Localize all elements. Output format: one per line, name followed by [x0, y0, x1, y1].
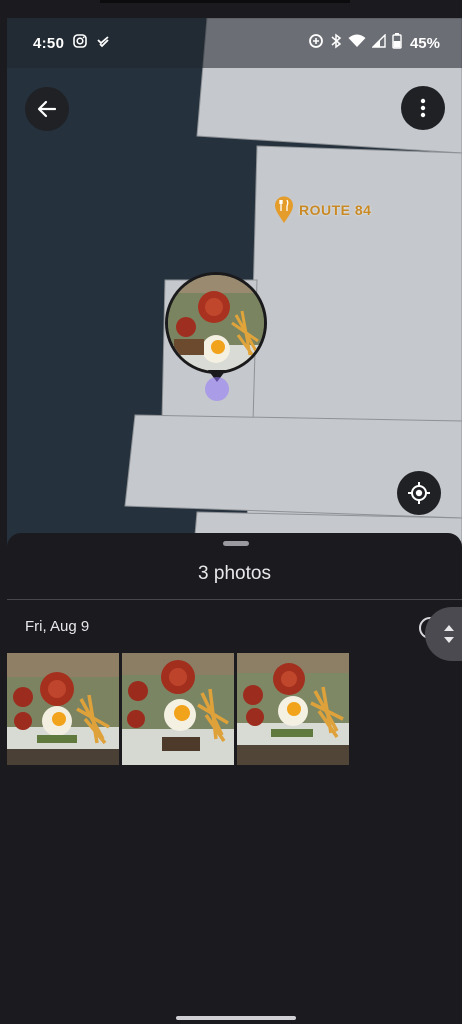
status-bar: 4:50 45%: [7, 18, 462, 68]
up-down-arrows-icon: [444, 625, 454, 643]
sheet-drag-handle[interactable]: [223, 541, 249, 546]
sheet-title: 3 photos: [198, 563, 271, 584]
divider: [7, 599, 462, 600]
phone-screen: 4:50 45% ROUTE 84 3 photos Fri, Aug 9: [0, 0, 462, 1024]
wifi-icon: [348, 34, 366, 53]
poi-route-84[interactable]: ROUTE 84: [274, 196, 371, 224]
back-button[interactable]: [25, 87, 69, 131]
more-vert-icon: [420, 98, 426, 118]
date-header: Fri, Aug 9: [25, 618, 90, 635]
battery-icon: [392, 32, 402, 54]
more-options-button[interactable]: [401, 86, 445, 130]
photo-thumbnail[interactable]: [7, 653, 119, 765]
food-photo: [7, 653, 119, 765]
instagram-icon: [73, 33, 88, 53]
photo-thumbnail[interactable]: [237, 653, 349, 765]
my-location-icon: [408, 482, 430, 504]
photo-cluster-marker[interactable]: [165, 272, 267, 374]
cell-signal-icon: [371, 32, 386, 53]
photo-thumbnail[interactable]: [122, 653, 234, 765]
arrow-left-icon: [37, 100, 57, 118]
photo-grid: [7, 653, 349, 765]
food-photo: [237, 653, 349, 765]
battery-percent: 45%: [409, 34, 440, 52]
food-photo-thumbnail: [168, 275, 264, 371]
photos-bottom-sheet: 3 photos Fri, Aug 9: [7, 533, 462, 1024]
diamond-check-icon: [96, 34, 110, 53]
fast-scroll-handle[interactable]: [425, 607, 462, 661]
data-saver-icon: [308, 33, 324, 54]
food-photo: [122, 653, 234, 765]
gesture-nav-bar[interactable]: [176, 1016, 296, 1020]
bluetooth-icon: [330, 33, 342, 54]
my-location-button[interactable]: [397, 471, 441, 515]
fork-knife-icon: [275, 196, 293, 223]
status-time: 4:50: [33, 34, 65, 52]
poi-label: ROUTE 84: [299, 202, 372, 218]
current-location-dot: [205, 377, 229, 401]
device-notch: [100, 0, 350, 3]
